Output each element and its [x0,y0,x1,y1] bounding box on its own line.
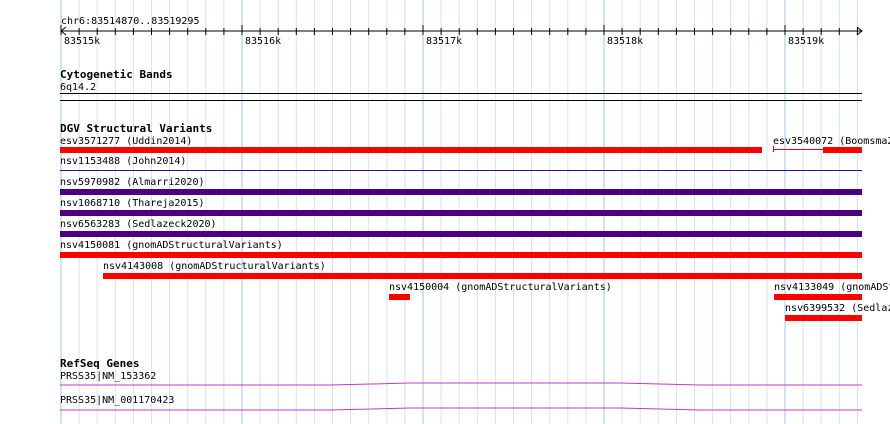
ruler-tick-label: 83519k [788,36,825,47]
variant-label: nsv1153488 (John2014) [60,156,187,167]
track-title: Cytogenetic Bands [60,68,173,81]
variant-bar[interactable] [785,315,862,321]
ruler-tick-label: 83515k [64,36,101,47]
variant-bar[interactable] [103,273,862,279]
variant-bar[interactable] [389,294,410,300]
variant-bar[interactable] [60,189,862,195]
track-title: DGV Structural Variants [60,122,213,135]
ruler-tick-label: 83516k [245,36,282,47]
variant-bar[interactable] [60,252,862,258]
variant-bar[interactable] [60,170,862,171]
gene-model[interactable] [0,404,890,414]
variant-label: nsv1068710 (Thareja2015) [60,198,205,209]
variant-label: esv3571277 (Uddin2014) [60,136,193,147]
ruler-tick-label: 83518k [607,36,644,47]
variant-bar[interactable] [60,231,862,237]
variant-bar[interactable] [60,147,762,153]
variant-label: nsv5970982 (Almarri2020) [60,177,205,188]
variant-label: nsv6563283 (Sedlazeck2020) [60,219,217,230]
variant-connector [773,149,823,150]
variant-label: esv3540072 (Boomsma2 [773,136,890,147]
variant-label: nsv4150004 (gnomADStructuralVariants) [389,282,612,293]
variant-label: nsv4150081 (gnomADStructuralVariants) [60,240,283,251]
ruler-tick-label: 83517k [426,36,463,47]
variant-label: nsv4133049 (gnomADSt [774,282,890,293]
cytoband-bar-bottom [60,100,862,101]
variant-bar[interactable] [774,294,862,300]
variant-label: nsv4143008 (gnomADStructuralVariants) [103,261,326,272]
variant-tick [773,146,774,152]
variant-bar[interactable] [60,210,862,216]
variant-label: nsv6399532 (Sedlaz [785,303,890,314]
variant-bar[interactable] [823,147,862,153]
cytoband-bar-top [60,93,862,94]
cytoband-label: 6q14.2 [60,82,97,93]
track-title: RefSeq Genes [60,357,140,370]
gene-model[interactable] [0,380,890,390]
